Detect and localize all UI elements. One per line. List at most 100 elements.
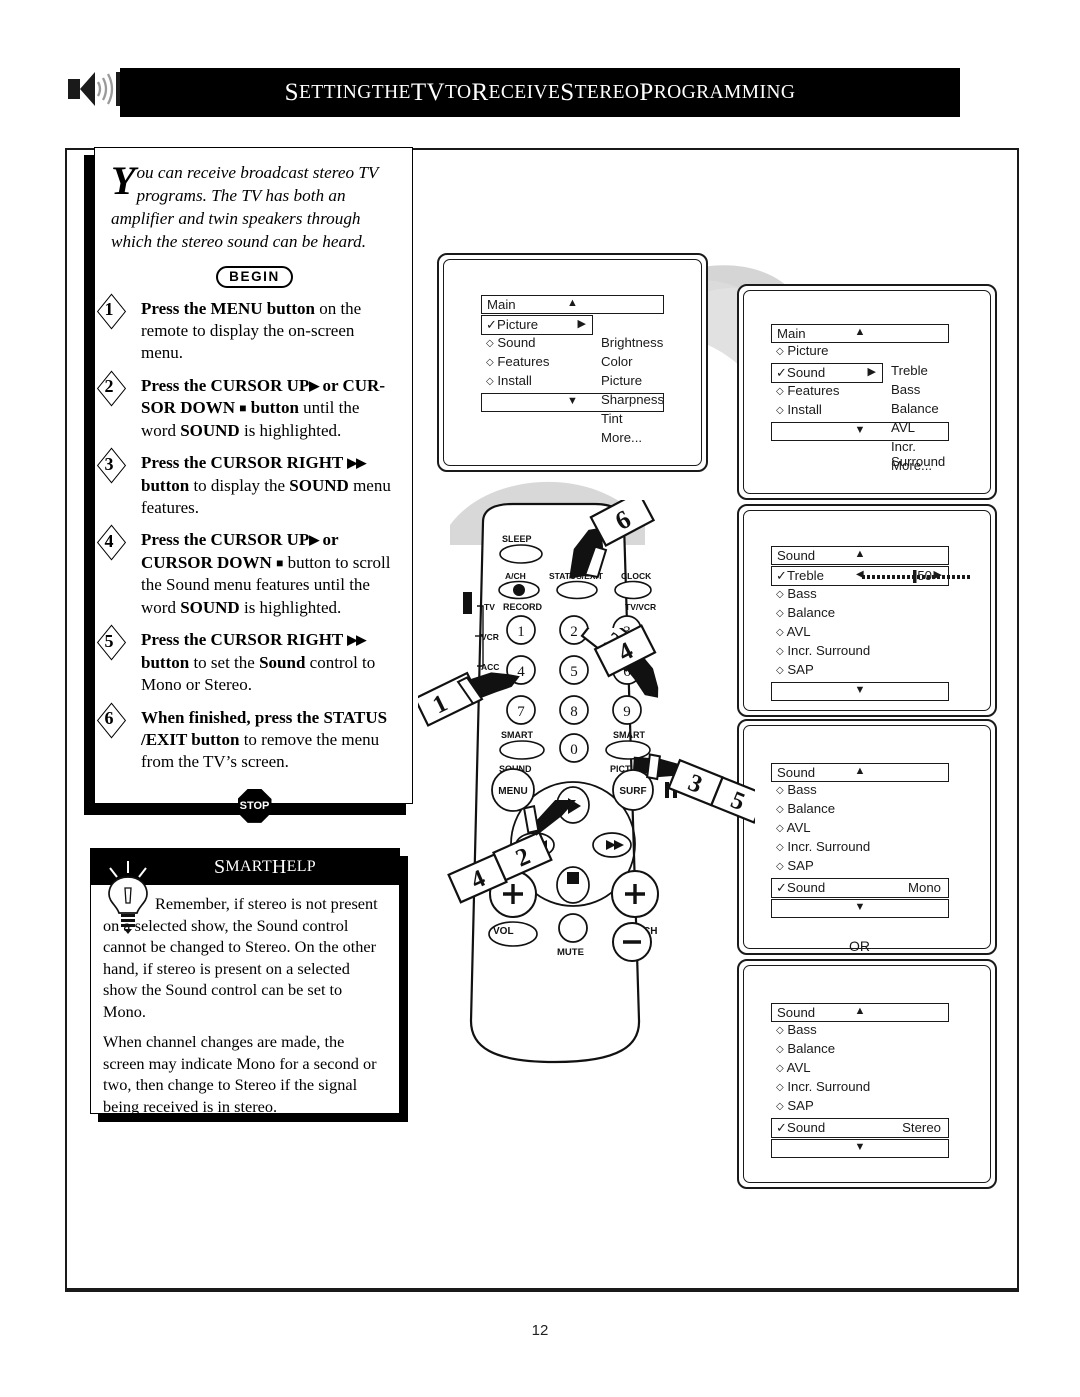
osd-item[interactable]: ◇ Balance bbox=[771, 801, 949, 820]
osd-menu-main-sound: Main ▲ ◇ Picture ✓Sound ▶ ◇ Features ◇ Install… bbox=[771, 324, 949, 473]
osd-header-row[interactable]: Main ▲ bbox=[481, 295, 664, 314]
osd-footer-row[interactable]: ▼ bbox=[771, 422, 949, 441]
osd-bullet-icon: ◇ bbox=[776, 405, 784, 416]
osd-item[interactable]: ◇ AVL bbox=[771, 820, 949, 839]
osd-submenu-item[interactable]: Balance bbox=[891, 401, 949, 420]
step-text: Press the CURSOR RIGHT ▶▶ button to displ… bbox=[141, 453, 391, 517]
osd-item[interactable]: ◇ AVL bbox=[771, 624, 949, 643]
osd-item-label: Incr. Surround bbox=[787, 643, 871, 658]
osd-item[interactable]: ◇ Bass bbox=[771, 1022, 949, 1041]
osd-item[interactable]: ◇ Sound bbox=[481, 335, 593, 354]
instruction-box: You can receive broadcast stereo TV prog… bbox=[94, 147, 413, 823]
scroll-down-icon[interactable]: ▼ bbox=[772, 424, 948, 436]
osd-item[interactable]: ◇ Features bbox=[771, 383, 883, 402]
osd-item-right-arrow-icon[interactable]: ▶ bbox=[578, 317, 586, 330]
osd-item-label: Balance bbox=[787, 1041, 836, 1056]
step-text: Press the MENU button on the remote to d… bbox=[141, 298, 362, 363]
svg-text:TV/VCR: TV/VCR bbox=[625, 602, 656, 612]
osd-selected-item[interactable]: ✓Picture ▶ bbox=[481, 315, 593, 335]
osd-header-row[interactable]: Sound ▲ bbox=[771, 763, 949, 782]
osd-bullet-icon: ◇ bbox=[776, 346, 784, 357]
intro-dropcap: Y bbox=[111, 158, 136, 203]
scroll-up-icon[interactable]: ▲ bbox=[482, 297, 663, 309]
osd-footer-row[interactable]: ▼ bbox=[771, 899, 949, 918]
osd-item[interactable]: ◇ Features bbox=[481, 354, 593, 373]
scroll-down-icon[interactable]: ▼ bbox=[772, 684, 948, 696]
osd-item-label: Balance bbox=[787, 605, 836, 620]
treble-slider[interactable] bbox=[860, 570, 972, 583]
footer-rule bbox=[65, 1288, 1017, 1291]
scroll-up-icon[interactable]: ▲ bbox=[772, 765, 948, 777]
osd-item[interactable]: ◇ SAP bbox=[771, 1098, 949, 1117]
osd-item-right-arrow-icon[interactable]: ▶ bbox=[868, 365, 876, 378]
scroll-up-icon[interactable]: ▲ bbox=[772, 326, 948, 338]
osd-footer-row[interactable]: ▼ bbox=[771, 682, 949, 701]
scroll-up-icon[interactable]: ▲ bbox=[772, 1005, 948, 1017]
osd-item[interactable]: ◇ Incr. Surround bbox=[771, 1079, 949, 1098]
osd-item[interactable]: ◇ Incr. Surround bbox=[771, 839, 949, 858]
osd-submenu-item[interactable]: Incr. Surround bbox=[891, 439, 949, 469]
osd-submenu-item[interactable]: More... bbox=[601, 430, 664, 449]
svg-text:SMART: SMART bbox=[613, 730, 645, 740]
slider-right-arrow-icon[interactable]: ▶ bbox=[934, 568, 942, 581]
step-5: 5 Press the CURSOR RIGHT ▶▶ button to set … bbox=[105, 629, 398, 696]
osd-item-label: Picture bbox=[787, 343, 829, 358]
osd-left-column: ✓Treble ◀ 50 ▶ ◇ Bass ◇ Balance ◇ AVL ◇ Incr. S… bbox=[771, 566, 970, 681]
osd-item-label: Bass bbox=[787, 1022, 817, 1037]
osd-item[interactable]: ◇ Picture bbox=[771, 343, 883, 362]
osd-item-label: ✓Sound bbox=[776, 365, 826, 380]
tv-screen-main-sound: Main ▲ ◇ Picture ✓Sound ▶ ◇ Features ◇ Install… bbox=[737, 284, 997, 500]
osd-item[interactable]: ◇ Install bbox=[771, 402, 883, 421]
osd-submenu-item[interactable]: Picture bbox=[601, 373, 664, 392]
osd-item[interactable]: ◇ SAP bbox=[771, 662, 949, 681]
osd-left-column: ◇ Picture ✓Sound ▶ ◇ Features ◇ Install bbox=[771, 343, 883, 421]
osd-bullet-icon: ◇ bbox=[776, 842, 784, 853]
page-number: 12 bbox=[531, 1322, 549, 1339]
osd-item[interactable]: ◇ SAP bbox=[771, 858, 949, 877]
manual-page: S ETTING THE TV TO R ECEIVE S TEREO P ROGRAM… bbox=[0, 0, 1080, 1397]
stop-badge-wrap: STOP bbox=[111, 788, 398, 823]
osd-header-row[interactable]: Sound ▲ bbox=[771, 546, 949, 565]
scroll-up-icon[interactable]: ▲ bbox=[772, 548, 948, 560]
osd-right-column: Brightness Color Picture Sharpness Tint More.… bbox=[601, 335, 664, 449]
osd-submenu-item[interactable]: Bass bbox=[891, 382, 949, 401]
osd-bullet-icon: ◇ bbox=[776, 665, 784, 676]
osd-item-value: Stereo bbox=[902, 1120, 941, 1135]
osd-item-label: Install bbox=[787, 402, 822, 417]
osd-submenu-item[interactable]: Color bbox=[601, 354, 664, 373]
callout-hand-6: 6 bbox=[569, 500, 656, 579]
osd-submenu-item[interactable]: Treble bbox=[891, 363, 949, 382]
osd-selected-item[interactable]: ✓Sound Mono bbox=[771, 878, 949, 898]
osd-item[interactable]: ◇ Incr. Surround bbox=[771, 643, 949, 662]
osd-item[interactable]: ◇ Bass bbox=[771, 586, 949, 605]
osd-submenu-item[interactable]: Tint bbox=[601, 411, 664, 430]
intro-text: ou can receive broadcast stereo TV progr… bbox=[111, 163, 379, 251]
step-number-badge: 6 bbox=[95, 708, 139, 731]
osd-footer-row[interactable]: ▼ bbox=[771, 1139, 949, 1158]
osd-item[interactable]: ◇ AVL bbox=[771, 1060, 949, 1079]
step-number-badge: 5 bbox=[95, 630, 139, 653]
osd-left-column: ◇ Bass ◇ Balance ◇ AVL ◇ Incr. Surround ◇ SA… bbox=[771, 782, 949, 898]
scroll-down-icon[interactable]: ▼ bbox=[482, 395, 663, 407]
osd-menu-main-picture: Main ▲ ✓Picture ▶ ◇ Sound ◇ Features ◇ Install… bbox=[481, 295, 664, 445]
osd-header-row[interactable]: Main ▲ bbox=[771, 324, 949, 343]
stop-badge: STOP bbox=[237, 788, 272, 823]
osd-item[interactable]: ◇ Balance bbox=[771, 1041, 949, 1060]
osd-footer-row[interactable]: ▼ bbox=[481, 393, 664, 412]
scroll-down-icon[interactable]: ▼ bbox=[772, 901, 948, 913]
slider-value: 50 bbox=[917, 568, 932, 583]
step-text: Press the CURSOR RIGHT ▶▶ button to set t… bbox=[141, 630, 376, 695]
osd-selected-item[interactable]: ✓Sound Stereo bbox=[771, 1118, 949, 1138]
osd-item[interactable]: ◇ Balance bbox=[771, 605, 949, 624]
step-number-badge: 3 bbox=[95, 453, 139, 476]
callout-badge-4a: 4 bbox=[593, 624, 657, 678]
osd-selected-item[interactable]: ✓Sound ▶ bbox=[771, 363, 883, 383]
osd-item-label: SAP bbox=[787, 1098, 814, 1113]
osd-header-row[interactable]: Sound ▲ bbox=[771, 1003, 949, 1022]
osd-submenu-item[interactable]: Brightness bbox=[601, 335, 664, 354]
osd-selected-item[interactable]: ✓Treble ◀ 50 ▶ bbox=[771, 566, 970, 586]
osd-item[interactable]: ◇ Install bbox=[481, 373, 593, 392]
scroll-down-icon[interactable]: ▼ bbox=[772, 1141, 948, 1153]
osd-bullet-icon: ◇ bbox=[776, 386, 784, 397]
osd-item[interactable]: ◇ Bass bbox=[771, 782, 949, 801]
